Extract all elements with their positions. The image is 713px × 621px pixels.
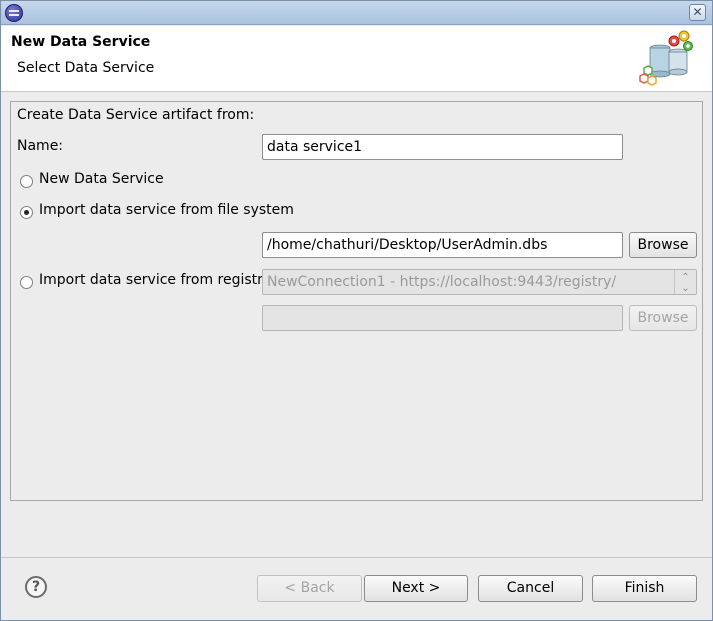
- radio-import-file-system[interactable]: [20, 206, 33, 219]
- title-bar[interactable]: ✕: [1, 1, 712, 25]
- radio-new-data-service[interactable]: [20, 175, 33, 188]
- back-button[interactable]: < Back: [257, 575, 362, 602]
- registry-connection-select[interactable]: NewConnection1 - https://localhost:9443/…: [262, 269, 697, 295]
- eclipse-app-icon: [5, 4, 23, 22]
- next-button[interactable]: Next >: [364, 575, 468, 602]
- name-input[interactable]: data service1: [262, 134, 623, 160]
- registry-connection-value: NewConnection1 - https://localhost:9443/…: [267, 274, 617, 290]
- new-data-service-dialog: ✕ New Data Service Select Data Service C…: [0, 0, 713, 621]
- file-path-input[interactable]: /home/chathuri/Desktop/UserAdmin.dbs: [262, 232, 623, 258]
- form-panel: [10, 101, 703, 501]
- finish-button[interactable]: Finish: [592, 575, 697, 602]
- data-service-banner-icon: [639, 30, 693, 86]
- name-label: Name:: [17, 138, 64, 154]
- registry-path-input[interactable]: [262, 305, 623, 331]
- footer-separator: [1, 557, 712, 558]
- chevron-up-down-icon: ⌃ ⌄: [674, 270, 696, 294]
- registry-browse-button[interactable]: Browse: [629, 305, 697, 331]
- browse-button[interactable]: Browse: [629, 232, 697, 258]
- wizard-subtitle: Select Data Service: [17, 60, 155, 76]
- wizard-header: New Data Service Select Data Service: [1, 26, 712, 92]
- cancel-button[interactable]: Cancel: [478, 575, 583, 602]
- wizard-title: New Data Service: [11, 34, 151, 50]
- close-button[interactable]: ✕: [689, 4, 706, 21]
- radio-new-data-service-label[interactable]: New Data Service: [39, 171, 164, 187]
- radio-import-registry[interactable]: [20, 276, 33, 289]
- help-icon[interactable]: ?: [25, 576, 47, 598]
- radio-import-file-system-label[interactable]: Import data service from file system: [39, 202, 294, 218]
- radio-import-registry-label[interactable]: Import data service from registry: [39, 272, 271, 288]
- section-label: Create Data Service artifact from:: [17, 107, 255, 123]
